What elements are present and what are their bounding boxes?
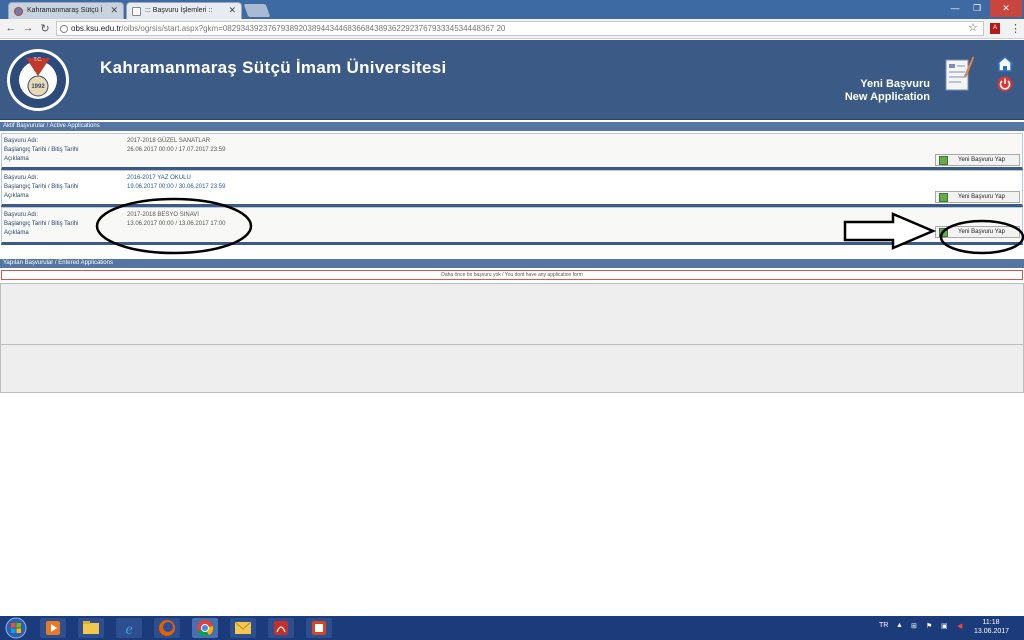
logout-power-icon[interactable] [997,76,1013,92]
forward-arrow-icon[interactable]: → [21,22,35,34]
application-card: Başvuru Adı: Başlangıç Tarihi / Bitiş Ta… [1,170,1023,207]
date-range-label: Başlangıç Tarihi / Bitiş Tarihi [4,184,79,190]
button-label: Yeni Başvuru Yap [958,229,1005,235]
description-label: Açıklama [4,156,29,162]
close-window-button[interactable]: ✕ [990,0,1022,17]
description-label: Açıklama [4,230,29,236]
description-label: Açıklama [4,193,29,199]
home-icon[interactable] [996,56,1014,72]
site-title: Kahramanmaraş Sütçü İmam Üniversitesi [100,58,447,77]
volume-muted-icon[interactable]: ◀ [957,622,962,630]
tray-chevron-icon[interactable]: ▲ [896,622,903,629]
screen: Kahramanmaraş Sütçü İ ✕ ::: Başvuru İşle… [0,0,1024,640]
application-name: 2017-2018 BESYO SINAVI [127,212,199,218]
empty-applications-message: Daha önce bir başvuru yok / You dont hav… [1,270,1023,280]
date-range: 13.06.2017 00:00 / 13.06.2017 17:00 [127,221,226,227]
pdf-extension-icon[interactable]: A [990,23,1000,34]
university-logo-icon: T.C. 1992 [7,49,69,111]
application-name-label: Başvuru Adı: [4,138,39,144]
file-explorer-icon[interactable] [78,618,104,638]
close-tab-icon[interactable]: ✕ [228,5,236,16]
logo-tc-text: T.C. [34,57,43,63]
chrome-icon[interactable] [192,618,218,638]
tab-basvuru-islemleri[interactable]: ::: Başvuru İşlemleri :: ✕ [126,2,242,19]
application-name: 2016-2017 YAZ OKULU [127,175,191,181]
application-form-icon[interactable] [944,52,974,102]
empty-panel [0,344,1024,393]
application-name-label: Başvuru Adı: [4,212,39,218]
application-name-label: Başvuru Adı: [4,175,39,181]
firefox-icon[interactable] [154,618,180,638]
mail-app-icon[interactable] [230,618,256,638]
address-bar[interactable]: obs.ksu.edu.tr/oibs/ogrsis/start.aspx?gk… [56,21,984,36]
new-application-link[interactable]: Yeni Başvuru New Application [845,78,930,104]
new-application-tr: Yeni Başvuru [860,78,930,90]
university-favicon-icon [14,7,23,16]
url-path: /oibs/ogrsis/start.aspx?gkm=082934392376… [121,24,506,33]
clock-date: 13.06.2017 [974,628,1010,635]
active-applications-header: Aktif Başvurular / Active Applications [0,122,1024,131]
media-player-icon[interactable] [40,618,66,638]
url-host: obs.ksu.edu.tr [71,24,122,33]
page-info-icon[interactable] [60,25,68,33]
add-document-icon [939,156,948,165]
application-card: Başvuru Adı: Başlangıç Tarihi / Bitiş Ta… [1,207,1023,245]
add-document-icon [939,193,948,202]
date-range: 19.06.2017 00:00 / 30.06.2017 23:59 [127,184,226,190]
new-application-en: New Application [844,91,930,103]
svg-text:e: e [125,621,132,638]
tab-kahramanmaras[interactable]: Kahramanmaraş Sütçü İ ✕ [8,2,124,19]
button-label: Yeni Başvuru Yap [958,194,1005,200]
tab-title: Kahramanmaraş Sütçü İ [27,7,103,14]
taskbar: e TR ▲ ⊞ ⚑ ▣ ◀ 11:18 13.06.2017 [0,616,1024,640]
minimize-button[interactable]: — [944,0,966,17]
new-application-button[interactable]: Yeni Başvuru Yap [935,154,1020,166]
bookmark-star-icon[interactable]: ☆ [968,21,978,34]
add-document-icon [939,228,948,237]
page-favicon-icon [132,7,141,16]
language-indicator[interactable]: TR [879,622,888,629]
tab-title: ::: Başvuru İşlemleri :: [145,7,213,14]
logo-year-text: 1992 [31,84,45,90]
new-application-button[interactable]: Yeni Başvuru Yap [935,191,1020,203]
flag-icon[interactable]: ⚑ [926,622,932,630]
new-tab-button[interactable] [243,4,271,17]
network-icon[interactable]: ▣ [941,622,948,630]
acrobat-icon[interactable] [268,618,294,638]
browser-tab-strip: Kahramanmaraş Sütçü İ ✕ ::: Başvuru İşle… [0,0,1024,19]
date-range-label: Başlangıç Tarihi / Bitiş Tarihi [4,147,79,153]
button-label: Yeni Başvuru Yap [958,157,1005,163]
browser-toolbar: ← → ↻ obs.ksu.edu.tr/oibs/ogrsis/start.a… [0,19,1024,39]
application-name: 2017-2018 GÜZEL SANATLAR [127,138,211,144]
maximize-button[interactable]: ❐ [966,0,988,17]
clock-time: 11:18 [982,619,1000,626]
browser-menu-icon[interactable]: ⋮ [1010,22,1021,35]
presentation-app-icon[interactable] [306,618,332,638]
windows-tray-icon[interactable]: ⊞ [911,622,917,630]
empty-panel [0,283,1024,345]
close-tab-icon[interactable]: ✕ [110,5,118,16]
system-clock[interactable]: 11:18 13.06.2017 [974,618,1010,636]
date-range: 26.06.2017 00:00 / 17.07.2017 23:59 [127,147,226,153]
new-application-button[interactable]: Yeni Başvuru Yap [935,226,1020,238]
reload-icon[interactable]: ↻ [38,22,52,35]
start-button-icon[interactable] [4,617,28,639]
date-range-label: Başlangıç Tarihi / Bitiş Tarihi [4,221,79,227]
back-arrow-icon[interactable]: ← [4,22,18,34]
internet-explorer-icon[interactable]: e [116,618,142,638]
application-card: Başvuru Adı: Başlangıç Tarihi / Bitiş Ta… [1,133,1023,170]
site-header: T.C. 1992 Kahramanmaraş Sütçü İmam Ünive… [0,40,1024,120]
entered-applications-header: Yapılan Başvurular / Entered Application… [0,259,1024,268]
